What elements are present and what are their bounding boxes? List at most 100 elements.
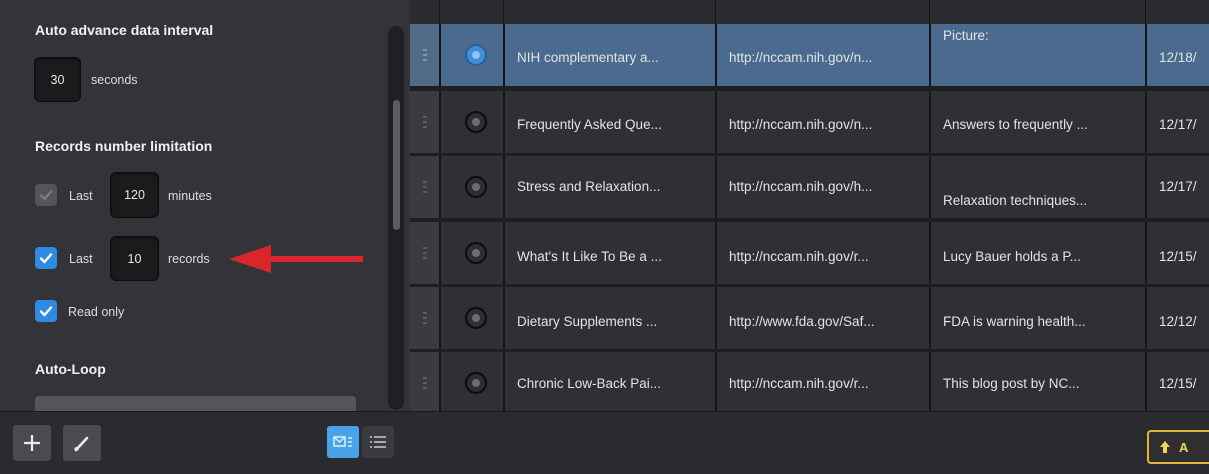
desc-text: Relaxation techniques... bbox=[943, 193, 1088, 208]
row-select-radio[interactable] bbox=[465, 111, 487, 133]
cell-title[interactable]: Stress and Relaxation... bbox=[503, 156, 715, 218]
column-divider bbox=[929, 91, 931, 153]
cell-date[interactable]: 12/17/ bbox=[1145, 156, 1209, 218]
column-divider bbox=[1145, 352, 1147, 411]
table-row[interactable]: Stress and Relaxation... http://nccam.nih… bbox=[410, 156, 1209, 218]
row-select-radio[interactable] bbox=[465, 242, 487, 264]
settings-scrollbar-thumb[interactable] bbox=[393, 100, 400, 230]
row-select-radio[interactable] bbox=[465, 176, 487, 198]
cell-title[interactable]: What's It Like To Be a ... bbox=[503, 222, 715, 284]
cell-desc[interactable]: This blog post by NC... bbox=[929, 352, 1145, 411]
records-limit-label: Records number limitation bbox=[35, 138, 213, 154]
records-input[interactable]: 10 bbox=[110, 236, 159, 281]
cell-url[interactable]: http://nccam.nih.gov/n... bbox=[715, 24, 929, 86]
minutes-unit-label: minutes bbox=[168, 189, 212, 203]
cell-title[interactable]: Chronic Low-Back Pai... bbox=[503, 352, 715, 411]
url-text: http://nccam.nih.gov/r... bbox=[729, 376, 869, 391]
cell-title[interactable]: NIH complementary a... bbox=[503, 24, 715, 86]
row-drag-handle[interactable] bbox=[410, 156, 439, 218]
cell-url[interactable]: http://nccam.nih.gov/r... bbox=[715, 222, 929, 284]
minutes-input[interactable]: 120 bbox=[110, 172, 159, 218]
add-data-label: A bbox=[1179, 439, 1189, 455]
date-text: 12/15/ bbox=[1159, 249, 1197, 264]
cell-desc[interactable]: Picture: bbox=[929, 24, 1145, 86]
records-checkbox[interactable] bbox=[35, 247, 57, 269]
cell-date[interactable]: 12/17/ bbox=[1145, 91, 1209, 153]
column-divider bbox=[715, 24, 717, 86]
table-row[interactable]: Frequently Asked Que... http://nccam.nih.… bbox=[410, 91, 1209, 153]
cell-desc[interactable]: Lucy Bauer holds a P... bbox=[929, 222, 1145, 284]
check-icon bbox=[39, 306, 53, 317]
url-text: http://nccam.nih.gov/n... bbox=[729, 117, 873, 132]
cell-title[interactable]: Frequently Asked Que... bbox=[503, 91, 715, 153]
url-text: http://nccam.nih.gov/r... bbox=[729, 249, 869, 264]
row-select-radio[interactable] bbox=[465, 44, 487, 66]
grid-header-divider bbox=[439, 0, 440, 24]
cell-url[interactable]: http://nccam.nih.gov/h... bbox=[715, 156, 929, 218]
grip-icon bbox=[423, 247, 427, 259]
column-divider bbox=[929, 287, 931, 349]
grid-footer bbox=[410, 411, 1209, 474]
column-divider bbox=[503, 287, 505, 349]
read-only-label: Read only bbox=[68, 305, 125, 319]
grip-icon bbox=[423, 377, 427, 389]
row-select-radio[interactable] bbox=[465, 372, 487, 394]
row-drag-handle[interactable] bbox=[410, 352, 439, 411]
cell-desc[interactable]: Answers to frequently ... bbox=[929, 91, 1145, 153]
column-divider bbox=[439, 156, 441, 218]
cell-desc[interactable]: FDA is warning health... bbox=[929, 287, 1145, 349]
column-divider bbox=[929, 222, 931, 284]
start-auto-loop-button[interactable]: START AUTO-LOOP bbox=[35, 396, 356, 411]
cell-date[interactable]: 12/15/ bbox=[1145, 222, 1209, 284]
card-view-icon bbox=[333, 436, 352, 447]
column-divider bbox=[715, 222, 717, 284]
row-drag-handle[interactable] bbox=[410, 91, 439, 153]
date-text: 12/17/ bbox=[1159, 179, 1197, 194]
cell-date[interactable]: 12/15/ bbox=[1145, 352, 1209, 411]
grip-icon bbox=[423, 116, 427, 128]
data-grid: NIH complementary a... http://nccam.nih.g… bbox=[410, 0, 1209, 411]
column-divider bbox=[1145, 91, 1147, 153]
url-text: http://www.fda.gov/Saf... bbox=[729, 314, 875, 329]
card-view-button[interactable] bbox=[327, 426, 359, 458]
radio-dot-icon bbox=[472, 183, 480, 191]
last-label: Last bbox=[69, 189, 93, 203]
list-view-button[interactable] bbox=[362, 426, 394, 458]
cell-title[interactable]: Dietary Supplements ... bbox=[503, 287, 715, 349]
read-only-checkbox[interactable] bbox=[35, 300, 57, 322]
cell-date[interactable]: 12/12/ bbox=[1145, 287, 1209, 349]
grid-header-divider bbox=[503, 0, 504, 24]
table-row[interactable]: What's It Like To Be a ... http://nccam.n… bbox=[410, 222, 1209, 284]
edit-button[interactable] bbox=[62, 424, 102, 462]
red-arrow-annotation bbox=[229, 245, 363, 273]
row-select-radio[interactable] bbox=[465, 307, 487, 329]
table-row[interactable]: Dietary Supplements ... http://www.fda.go… bbox=[410, 287, 1209, 349]
column-divider bbox=[439, 91, 441, 153]
url-text: http://nccam.nih.gov/n... bbox=[729, 50, 873, 65]
row-drag-handle[interactable] bbox=[410, 222, 439, 284]
table-row[interactable]: Chronic Low-Back Pai... http://nccam.nih.… bbox=[410, 352, 1209, 411]
column-divider bbox=[439, 222, 441, 284]
add-button[interactable] bbox=[12, 424, 52, 462]
column-divider bbox=[1145, 24, 1147, 86]
check-icon bbox=[39, 190, 53, 201]
cell-url[interactable]: http://nccam.nih.gov/r... bbox=[715, 352, 929, 411]
add-data-button[interactable]: A bbox=[1147, 430, 1209, 464]
interval-unit-label: seconds bbox=[91, 73, 138, 87]
cell-date[interactable]: 12/18/ bbox=[1145, 24, 1209, 86]
minutes-checkbox[interactable] bbox=[35, 184, 57, 206]
interval-input[interactable]: 30 bbox=[34, 57, 81, 102]
row-drag-handle[interactable] bbox=[410, 287, 439, 349]
table-row[interactable]: NIH complementary a... http://nccam.nih.g… bbox=[410, 24, 1209, 86]
records-unit-label: records bbox=[168, 252, 210, 266]
column-divider bbox=[715, 287, 717, 349]
cell-url[interactable]: http://www.fda.gov/Saf... bbox=[715, 287, 929, 349]
grip-icon bbox=[423, 49, 427, 61]
grip-icon bbox=[423, 312, 427, 324]
title-text: NIH complementary a... bbox=[517, 50, 659, 65]
row-drag-handle[interactable] bbox=[410, 24, 439, 86]
title-text: Dietary Supplements ... bbox=[517, 314, 658, 329]
cell-url[interactable]: http://nccam.nih.gov/n... bbox=[715, 91, 929, 153]
cell-desc[interactable]: Relaxation techniques... bbox=[929, 156, 1145, 218]
column-divider bbox=[929, 352, 931, 411]
